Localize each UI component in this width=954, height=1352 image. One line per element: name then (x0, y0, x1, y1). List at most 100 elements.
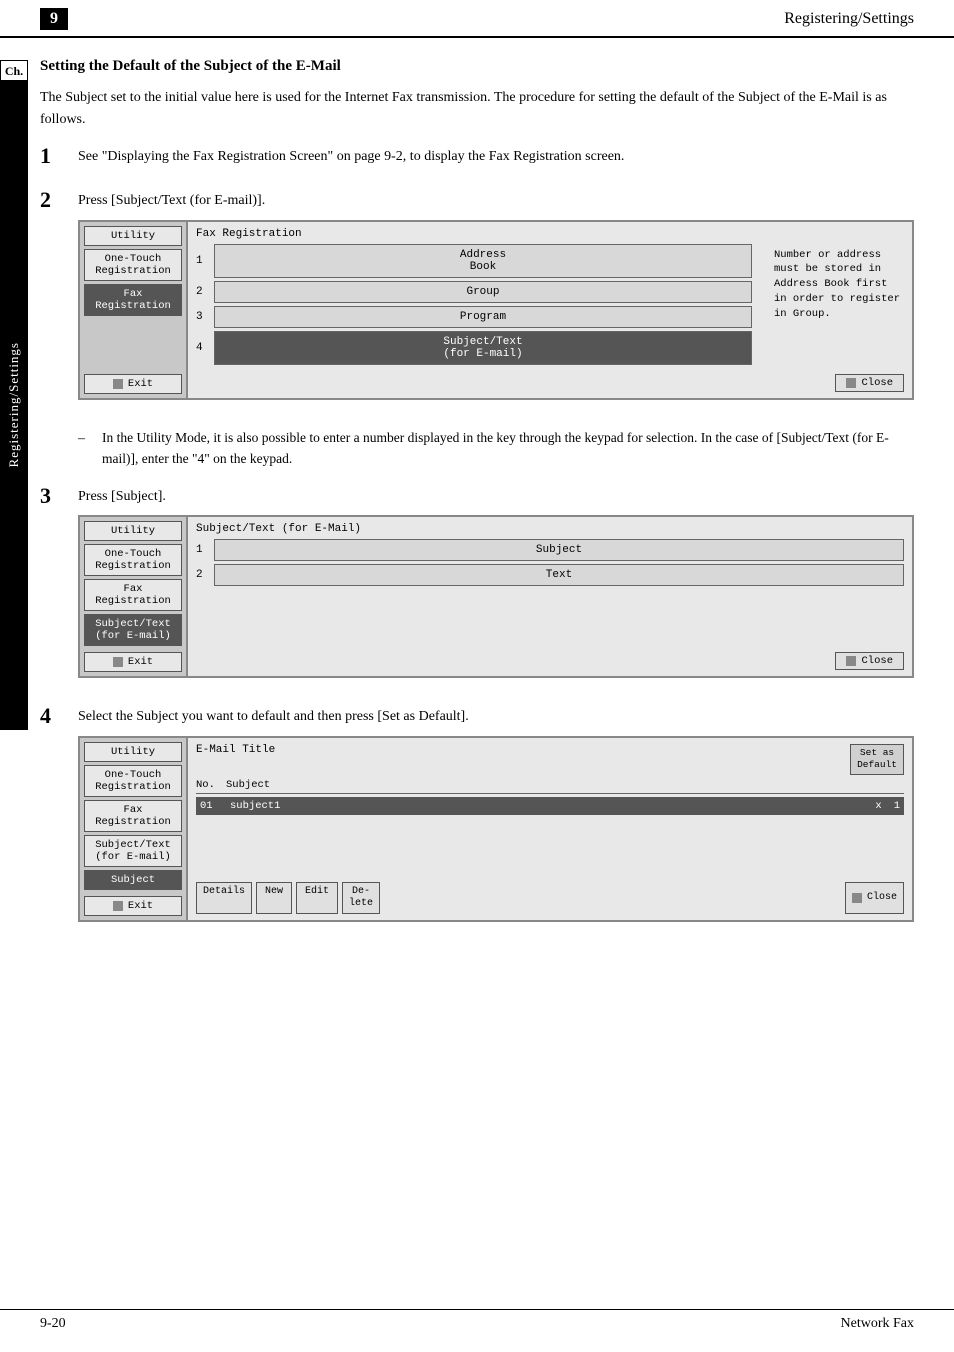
screen-btn-onetouch-3[interactable]: One-TouchRegistration (84, 765, 182, 797)
screen-item-subject[interactable]: Subject (214, 539, 904, 561)
screen-right-2: Subject/Text (for E-Mail) 1 Subject 2 Te… (188, 517, 912, 676)
row-no-1: 01 (200, 800, 230, 812)
sub-note-dash: – (78, 428, 102, 470)
close-icon-3 (852, 893, 862, 903)
row-subject-1: subject1 (230, 800, 875, 812)
footer-left: 9-20 (40, 1316, 66, 1332)
col-subject-header: Subject (226, 779, 904, 791)
row-marker-1: x (875, 800, 881, 812)
screen-btn-faxreg-1[interactable]: Fax Registration (84, 284, 182, 316)
screen-btn-utility-1[interactable]: Utility (84, 226, 182, 246)
step-2-text: Press [Subject/Text (for E-mail)]. (78, 190, 914, 212)
screen-title-1: Fax Registration (196, 228, 904, 240)
row-page-1: 1 (894, 800, 900, 812)
step-3: 3 Press [Subject]. Utility One-TouchRegi… (40, 486, 914, 693)
screen-mockup-1: Utility One-TouchRegistration Fax Regist… (78, 220, 914, 400)
step-3-content: Press [Subject]. Utility One-TouchRegist… (78, 486, 914, 693)
sub-note-text: In the Utility Mode, it is also possible… (102, 428, 914, 470)
screen-num-2-2: 2 (196, 569, 214, 581)
step-3-number: 3 (40, 483, 78, 509)
footer-right: Network Fax (841, 1316, 915, 1332)
screen-mockup-2: Utility One-TouchRegistration Fax Regist… (78, 515, 914, 678)
screen-row-2-1: 1 Subject (196, 539, 904, 561)
screen-title-2: Subject/Text (for E-Mail) (196, 523, 904, 535)
screen-row-1-3: 3 Program (196, 306, 752, 328)
page-footer: 9-20 Network Fax (0, 1309, 954, 1332)
screen-btn-onetouch-1[interactable]: One-TouchRegistration (84, 249, 182, 281)
close-icon-1 (846, 378, 856, 388)
new-btn[interactable]: New (256, 882, 292, 914)
close-icon-2 (846, 656, 856, 666)
exit-icon-2 (113, 657, 123, 667)
screen-note-1: Number or addressmust be stored inAddres… (770, 244, 904, 368)
page-number: 9 (40, 8, 68, 30)
details-btn[interactable]: Details (196, 882, 252, 914)
screen-btn-subjecttext-2[interactable]: Subject/Text(for E-mail) (84, 614, 182, 646)
step-2-content: Press [Subject/Text (for E-mail)]. Utili… (78, 190, 914, 414)
screen-num-2-1: 1 (196, 544, 214, 556)
step-4-content: Select the Subject you want to default a… (78, 706, 914, 936)
screen-btn-utility-2[interactable]: Utility (84, 521, 182, 541)
set-as-default-btn[interactable]: Set asDefault (850, 744, 904, 775)
step-3-text: Press [Subject]. (78, 486, 914, 508)
screen-btn-subjecttext-3[interactable]: Subject/Text(for E-mail) (84, 835, 182, 867)
screen-btn-exit-3[interactable]: Exit (84, 896, 182, 916)
step-4-number: 4 (40, 703, 78, 729)
col-no-header: No. (196, 779, 226, 791)
table-row-1: 01 subject1 x 1 (196, 797, 904, 815)
delete-btn[interactable]: De-lete (342, 882, 380, 914)
screen-btn-faxreg-3[interactable]: Fax Registration (84, 800, 182, 832)
main-content: Setting the Default of the Subject of th… (40, 38, 914, 936)
screen-item-group[interactable]: Group (214, 281, 752, 303)
screen-btn-exit-1[interactable]: Exit (84, 374, 182, 394)
step-4-text: Select the Subject you want to default a… (78, 706, 914, 728)
screen-item-subjecttext[interactable]: Subject/Text(for E-mail) (214, 331, 752, 365)
screen-left-3: Utility One-TouchRegistration Fax Regist… (80, 738, 188, 920)
exit-icon-3 (113, 901, 123, 911)
screen-right-1: Fax Registration 1 AddressBook 2 Group (188, 222, 912, 398)
step-2-number: 2 (40, 187, 78, 213)
step-4: 4 Select the Subject you want to default… (40, 706, 914, 936)
screen-btn-exit-2[interactable]: Exit (84, 652, 182, 672)
screen-title-3: E-Mail Title (196, 744, 275, 756)
screen-item-program[interactable]: Program (214, 306, 752, 328)
screen-left-2: Utility One-TouchRegistration Fax Regist… (80, 517, 188, 676)
screen-btn-onetouch-2[interactable]: One-TouchRegistration (84, 544, 182, 576)
screen-row-1-1: 1 AddressBook (196, 244, 752, 278)
screen-btn-subject-3[interactable]: Subject (84, 870, 182, 890)
table-header: No. Subject (196, 779, 904, 794)
section-heading: Setting the Default of the Subject of th… (40, 58, 914, 75)
screen-left-1: Utility One-TouchRegistration Fax Regist… (80, 222, 188, 398)
close-btn-3[interactable]: Close (845, 882, 904, 914)
side-tab-text: Registering/Settings (6, 342, 22, 467)
page-header: 9 Registering/Settings (0, 0, 954, 38)
screen-btn-utility-3[interactable]: Utility (84, 742, 182, 762)
step-1-number: 1 (40, 143, 78, 169)
screen-mockup-3: Utility One-TouchRegistration Fax Regist… (78, 736, 914, 922)
section-intro: The Subject set to the initial value her… (40, 87, 914, 130)
screen-row-2-2: 2 Text (196, 564, 904, 586)
sub-note-1: – In the Utility Mode, it is also possib… (78, 428, 914, 470)
screen-close-bar-1: Close (196, 368, 904, 392)
header-title: Registering/Settings (784, 10, 914, 28)
screen-right-3: E-Mail Title Set asDefault No. Subject 0… (188, 738, 912, 920)
screen-actions-3: Details New Edit De-lete Close (196, 882, 904, 914)
screen-num-2: 2 (196, 286, 214, 298)
screen-btn-faxreg-2[interactable]: Fax Registration (84, 579, 182, 611)
screen-item-address[interactable]: AddressBook (214, 244, 752, 278)
screen-close-bar-2: Close (196, 646, 904, 670)
screen-num-1: 1 (196, 255, 214, 267)
screen-close-btn-2[interactable]: Close (835, 652, 904, 670)
step-2: 2 Press [Subject/Text (for E-mail)]. Uti… (40, 190, 914, 414)
screen-num-3: 3 (196, 311, 214, 323)
screen-num-4: 4 (196, 342, 214, 354)
exit-icon-1 (113, 379, 123, 389)
screen-close-btn-1[interactable]: Close (835, 374, 904, 392)
edit-btn[interactable]: Edit (296, 882, 338, 914)
step-1: 1 See "Displaying the Fax Registration S… (40, 146, 914, 176)
step-1-content: See "Displaying the Fax Registration Scr… (78, 146, 914, 176)
screen-item-text[interactable]: Text (214, 564, 904, 586)
screen-row-1-2: 2 Group (196, 281, 752, 303)
screen-row-1-4: 4 Subject/Text(for E-mail) (196, 331, 752, 365)
side-tab: Registering/Settings (0, 80, 28, 730)
